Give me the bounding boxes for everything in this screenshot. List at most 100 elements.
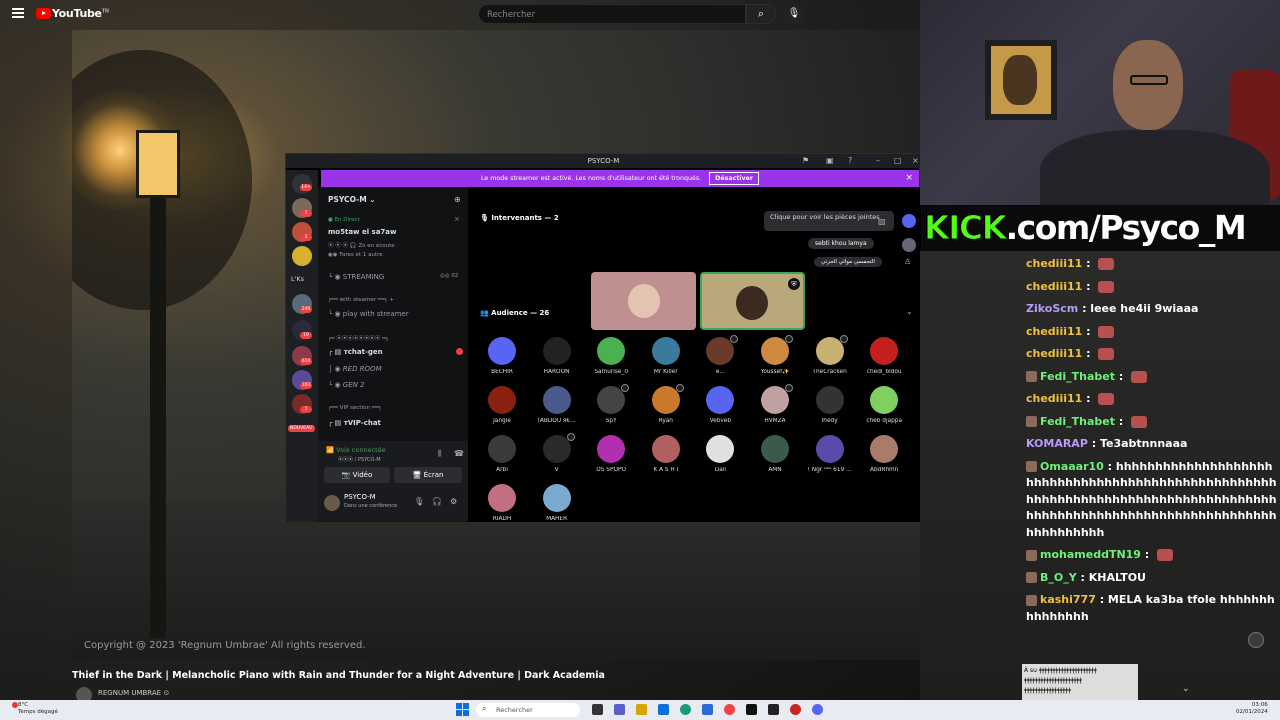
audience-member[interactable]: MAHER	[533, 484, 581, 522]
noise-icon[interactable]: ⫼	[438, 449, 442, 459]
chat-username[interactable]: chediii11	[1026, 392, 1082, 405]
settings-gear-icon[interactable]: ⚙	[450, 497, 457, 506]
inbox-icon[interactable]: ⚑	[802, 156, 809, 165]
audience-member[interactable]: SpY	[587, 384, 635, 424]
weather-widget[interactable]: 8°C Temps dégagé	[18, 702, 58, 716]
store-icon[interactable]	[702, 704, 713, 715]
audience-member[interactable]: Mr Killer	[642, 337, 690, 375]
microphone-icon[interactable]: 🎙	[784, 4, 804, 24]
audience-member[interactable]: HAROON	[533, 337, 581, 375]
audience-member[interactable]: AbdRhmn	[860, 435, 908, 473]
search-icon[interactable]: ⌕	[746, 4, 776, 24]
audience-member[interactable]: TheCracken	[806, 335, 854, 375]
audience-member[interactable]: K A S H I	[642, 435, 690, 473]
screen-icon[interactable]: ▣	[826, 156, 834, 165]
audience-member[interactable]: RIADH	[478, 484, 526, 522]
chat-username[interactable]: chediii11	[1026, 257, 1082, 270]
audience-member[interactable]: !ABDOU я€...	[533, 386, 581, 424]
mail-icon[interactable]	[658, 704, 669, 715]
channel-play-with-streamer[interactable]: └ ◉ play with streamer	[328, 310, 409, 318]
chevron-down-icon[interactable]: ⌄	[1182, 684, 1190, 694]
audience-member[interactable]: Vebveb	[696, 386, 744, 424]
audience-member[interactable]: V	[533, 433, 581, 473]
youtube-logo-icon[interactable]	[36, 8, 51, 19]
audience-member[interactable]: Arbi	[478, 435, 526, 473]
disconnect-icon[interactable]: ☎	[454, 449, 464, 458]
server-name[interactable]: PSYCO-M ⌄	[328, 195, 376, 204]
audience-member[interactable]: BECHIR	[478, 337, 526, 375]
chat-username[interactable]: Fedi_Thabet	[1040, 370, 1115, 383]
chat-username[interactable]: Omaaar10	[1040, 460, 1104, 473]
headphones-icon[interactable]: 🎧	[432, 497, 442, 506]
audience-member[interactable]: HVMZA	[751, 384, 799, 424]
teams-icon[interactable]	[614, 704, 625, 715]
channel-streaming[interactable]: └ ◉ STREAMING	[328, 273, 384, 281]
maximize-icon[interactable]: □	[894, 156, 902, 165]
terminal-icon[interactable]	[768, 704, 779, 715]
youtube-logo-text[interactable]: YouTubeTN	[52, 7, 109, 20]
channel-vip-chat[interactable]: ┌ ▤ тVIP-chat	[328, 419, 381, 427]
chat-username[interactable]: ZikoScm	[1026, 302, 1078, 315]
speaker-tile[interactable]: ⛨	[700, 272, 805, 330]
taskbar-clock[interactable]: 03:06 02/01/2024	[1236, 702, 1268, 716]
discord-taskbar-icon[interactable]	[812, 704, 823, 715]
menu-icon[interactable]	[12, 8, 24, 18]
close-icon[interactable]: ×	[905, 170, 913, 187]
app-icon[interactable]	[790, 704, 801, 715]
audience-member[interactable]: ! Ngr ᴸᴬᴰ 619 ...	[806, 435, 854, 473]
close-icon[interactable]: ×	[912, 156, 919, 165]
chat-username[interactable]: chediii11	[1026, 280, 1082, 293]
user-name[interactable]: PSYCO-M	[344, 493, 376, 501]
chat-username[interactable]: kashi777	[1040, 593, 1096, 606]
audience-member[interactable]: Youssef✨	[751, 335, 799, 375]
mic-icon[interactable]: 🎙	[414, 497, 424, 506]
audience-member[interactable]: Jangle	[478, 386, 526, 424]
chat-settings-icon[interactable]	[1248, 632, 1264, 648]
edge-icon[interactable]	[680, 704, 691, 715]
windows-start-icon[interactable]	[456, 703, 469, 716]
add-member-icon[interactable]: ⊕	[454, 195, 461, 204]
chrome-icon[interactable]	[724, 704, 735, 715]
disable-streamer-button[interactable]: Désactiver	[709, 172, 760, 185]
audience-member[interactable]: cheb djappa	[860, 386, 908, 424]
mini-user[interactable]: sebti khou lamya	[808, 238, 874, 249]
channel-category[interactable]: ╒═ ⦿⦿⦿⦿⦿⦿⦿⦿ ═╕	[328, 334, 389, 342]
obs-icon[interactable]	[746, 704, 757, 715]
chat-username[interactable]: chediii11	[1026, 347, 1082, 360]
channel-chat-gen[interactable]: ┌ ▤ тchat-gen	[328, 348, 383, 356]
audience-member[interactable]: Ryan	[642, 384, 690, 424]
taskbar-search-input[interactable]: Rechercher	[476, 703, 580, 717]
chat-username[interactable]: B_O_Y	[1040, 571, 1077, 584]
discord-icon[interactable]	[902, 214, 916, 228]
channel-category[interactable]: ╒══ with steamer ══╕ +	[328, 297, 394, 303]
chat-username[interactable]: Fedi_Thabet	[1040, 415, 1115, 428]
server-label[interactable]: L'Ks	[291, 275, 304, 283]
channel-name[interactable]: REGNUM UMBRAE ⊙	[98, 689, 169, 697]
minimize-icon[interactable]: –	[876, 156, 880, 165]
speaker-tile[interactable]	[591, 272, 696, 330]
screen-share-button[interactable]: 🖥 Écran	[394, 467, 462, 483]
task-view-icon[interactable]	[592, 704, 603, 715]
audience-member[interactable]: Dali	[696, 435, 744, 473]
user-avatar[interactable]	[324, 495, 340, 511]
file-explorer-icon[interactable]	[636, 704, 647, 715]
audience-member[interactable]: AMN	[751, 435, 799, 473]
image-icon[interactable]: ▨	[878, 217, 886, 226]
server-icon[interactable]	[292, 246, 312, 266]
audience-member[interactable]: DS SPOPO	[587, 435, 635, 473]
chat-username[interactable]: chediii11	[1026, 325, 1082, 338]
audience-member[interactable]: Ihedy	[806, 386, 854, 424]
close-icon[interactable]: ×	[454, 215, 460, 223]
channel-gen-2[interactable]: └ ◉ GEN 2	[328, 381, 365, 389]
help-icon[interactable]: ?	[848, 156, 852, 165]
video-button[interactable]: 📷 Vidéo	[324, 467, 390, 483]
mini-user[interactable]: التحمسي موائي الحرتي	[814, 257, 882, 267]
chat-username[interactable]: KOMARAP	[1026, 437, 1088, 450]
audience-member[interactable]: chedi_bidou	[860, 337, 908, 375]
channel-red-room[interactable]: │ ◉ RED ROOM	[328, 365, 382, 373]
youtube-search-input[interactable]: Rechercher	[478, 4, 746, 24]
audience-member[interactable]: e...	[696, 335, 744, 375]
chevron-down-icon[interactable]: ⌄	[906, 307, 913, 316]
live-channel[interactable]: mo5taw el sa7aw	[328, 228, 396, 236]
audience-member[interactable]: Samurise_0	[587, 337, 635, 375]
